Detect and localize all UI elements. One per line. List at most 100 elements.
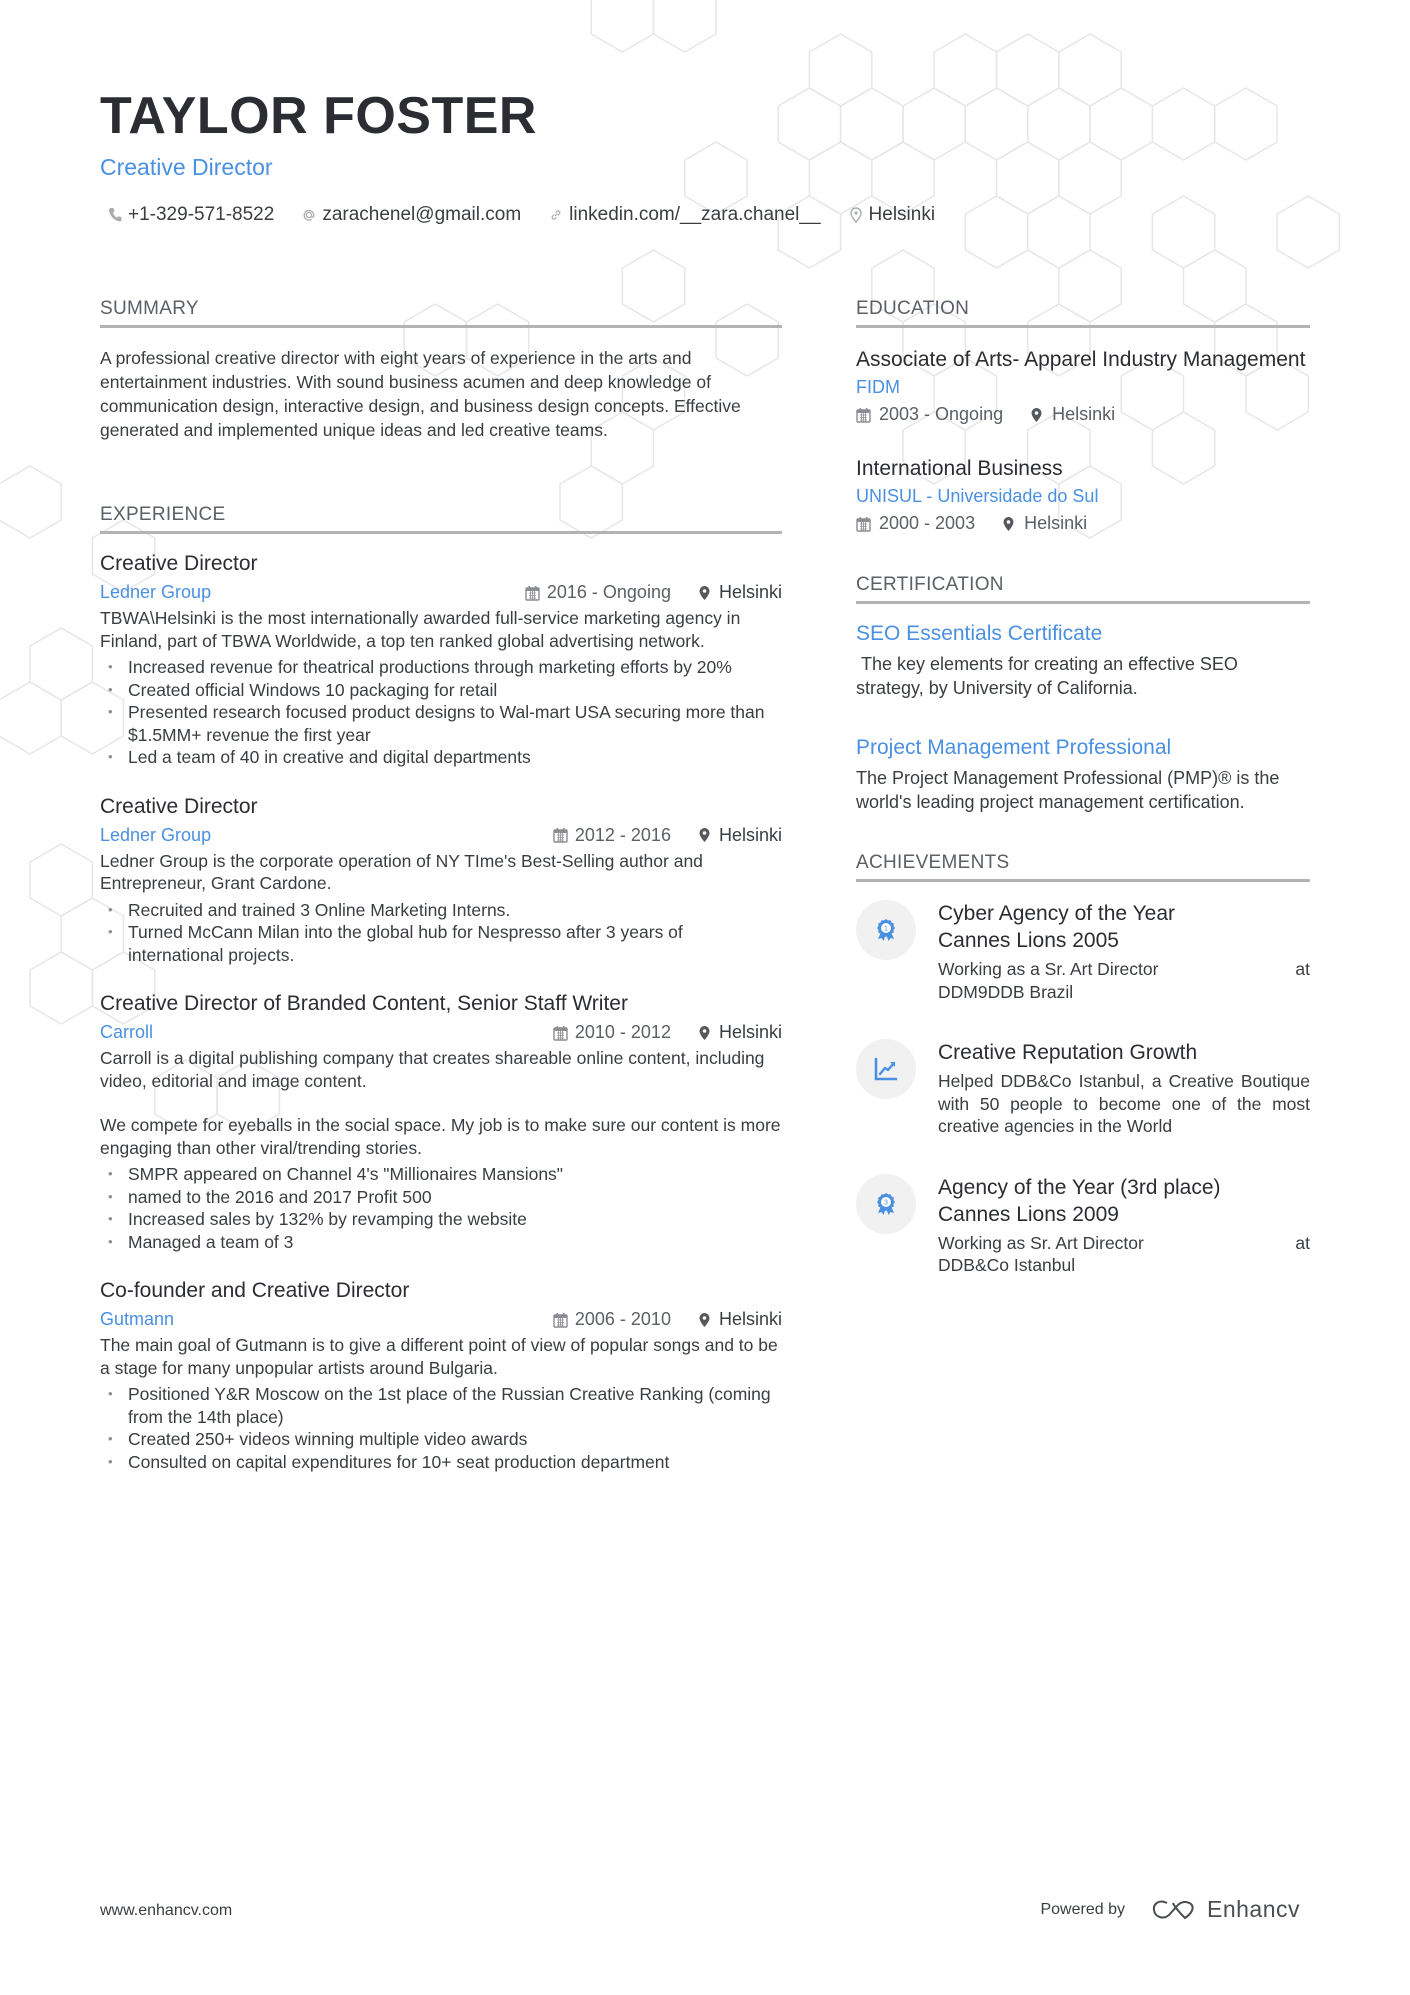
job-meta: 2006 - 2010 Helsinki: [553, 1309, 782, 1330]
candidate-name: TAYLOR FOSTER: [100, 87, 537, 145]
phone-icon: [108, 208, 122, 222]
bullet-item: Presented research focused product desig…: [108, 701, 782, 746]
job-meta: 2012 - 2016 Helsinki: [553, 825, 782, 846]
certification-name[interactable]: SEO Essentials Certificate: [856, 622, 1310, 646]
education-section: EDUCATION Associate of Arts- Apparel Ind…: [856, 298, 1310, 534]
location-value: Helsinki: [1052, 404, 1116, 424]
certification-item: Project Management Professional The Proje…: [856, 736, 1310, 814]
summary-text: A professional creative director with ei…: [100, 348, 741, 440]
bullet-item: Increased sales by 132% by revamping the…: [108, 1208, 782, 1231]
achievement-item: 3 Agency of the Year (3rd place) Cannes L…: [856, 1173, 1310, 1277]
calendar-icon: [553, 1312, 568, 1328]
certification-description: The Project Management Professional (PMP…: [856, 768, 1285, 812]
job-location: Helsinki: [697, 1022, 782, 1043]
calendar-icon: [856, 516, 871, 532]
achievement-body: Cyber Agency of the Year Cannes Lions 20…: [938, 900, 1310, 1003]
experience-item: Co-founder and Creative Director Gutmann 2…: [100, 1279, 782, 1473]
location-value: Helsinki: [1024, 513, 1088, 533]
linkedin-value: linkedin.com/__zara.chanel__: [569, 204, 821, 225]
school-name[interactable]: FIDM: [856, 377, 1310, 398]
footer-website-link[interactable]: www.enhancv.com: [100, 1902, 232, 1920]
experience-item: Creative Director Ledner Group 2016 - Ongo…: [100, 552, 782, 769]
experience-item: Creative Director of Branded Content, Se…: [100, 992, 782, 1253]
contact-location: Helsinki: [849, 204, 936, 226]
education-list: Associate of Arts- Apparel Industry Mana…: [856, 346, 1310, 534]
experience-heading: EXPERIENCE: [100, 504, 782, 534]
job-title: Creative Director: [100, 794, 258, 818]
job-description: Carroll is a digital publishing company …: [100, 1048, 765, 1091]
certification-list: SEO Essentials Certificate The key eleme…: [856, 622, 1310, 814]
link-icon: [551, 210, 561, 220]
bullet-item: Positioned Y&R Moscow on the 1st place o…: [108, 1383, 782, 1428]
job-description: The main goal of Gutmann is to give a di…: [100, 1335, 778, 1378]
phone-value: +1-329-571-8522: [128, 204, 275, 225]
dates-value: 2003 - Ongoing: [879, 404, 1004, 424]
company-name[interactable]: Gutmann: [100, 1309, 174, 1330]
job-meta-row: Carroll 2010 - 2012 Helsinki: [100, 1022, 782, 1043]
achievement-body: Agency of the Year (3rd place) Cannes Li…: [938, 1174, 1310, 1277]
company-name[interactable]: Ledner Group: [100, 825, 211, 846]
right-column: EDUCATION Associate of Arts- Apparel Ind…: [856, 298, 1310, 1313]
achievement-item: Creative Reputation Growth Helped DDB&Co …: [856, 1039, 1310, 1138]
calendar-icon: [553, 828, 568, 843]
achievements-heading: ACHIEVEMENTS: [856, 852, 1310, 882]
education-location: Helsinki: [1029, 404, 1115, 425]
job-meta-row: Gutmann 2006 - 2010 Helsinki: [100, 1309, 782, 1330]
dates-value: 2010 - 2012: [574, 1022, 671, 1042]
education-item: Associate of Arts- Apparel Industry Mana…: [856, 346, 1310, 425]
achievement-description: Working as Sr. Art Director at DDB&Co Ist…: [938, 1232, 1310, 1276]
company-name[interactable]: Carroll: [100, 1022, 153, 1043]
candidate-headline: Creative Director: [100, 154, 273, 180]
summary-heading: SUMMARY: [100, 298, 782, 328]
bullet-item: Created 250+ videos winning multiple vid…: [108, 1428, 782, 1451]
location-pin-icon: [1031, 407, 1042, 422]
experience-list: Creative Director Ledner Group 2016 - Ongo…: [100, 552, 782, 1473]
education-dates: 2000 - 2003: [856, 513, 975, 534]
dates-value: 2000 - 2003: [879, 513, 976, 533]
contact-phone[interactable]: +1-329-571-8522: [108, 204, 274, 226]
achievement-title: Cyber Agency of the Year Cannes Lions 20…: [938, 902, 1175, 952]
summary-section: SUMMARY A professional creative director…: [100, 298, 782, 442]
job-bullets: SMPR appeared on Channel 4's "Millionair…: [100, 1163, 782, 1253]
achievement-description: Working as a Sr. Art Director at DDM9DDB …: [938, 959, 1310, 1002]
enhancv-logo[interactable]: Enhancv: [1151, 1896, 1300, 1923]
bullet-item: Created official Windows 10 packaging fo…: [108, 679, 782, 702]
achievement-title: Creative Reputation Growth: [938, 1041, 1198, 1064]
location-value: Helsinki: [718, 582, 782, 602]
education-dates: 2003 - Ongoing: [856, 404, 1003, 425]
job-meta: 2010 - 2012 Helsinki: [553, 1022, 782, 1043]
job-bullets: Positioned Y&R Moscow on the 1st place o…: [100, 1383, 782, 1473]
dates-value: 2016 - Ongoing: [546, 582, 671, 602]
certification-description: The key elements for creating an effecti…: [856, 654, 1243, 698]
education-meta: 2003 - Ongoing Helsinki: [856, 404, 1310, 425]
location-pin-icon: [849, 207, 862, 223]
location-value: Helsinki: [718, 1022, 782, 1042]
job-location: Helsinki: [697, 825, 782, 846]
left-column: SUMMARY A professional creative director…: [100, 298, 782, 1499]
contact-linkedin[interactable]: linkedin.com/__zara.chanel__: [549, 204, 821, 226]
location-value: Helsinki: [868, 204, 936, 225]
school-name[interactable]: UNISUL - Universidade do Sul: [856, 486, 1310, 507]
achievement-icon-badge: 3: [856, 1173, 916, 1234]
location-pin-icon: [699, 585, 710, 600]
certification-item: SEO Essentials Certificate The key eleme…: [856, 622, 1310, 700]
certification-heading: CERTIFICATION: [856, 574, 1310, 604]
powered-by-label: Powered by: [1040, 1900, 1125, 1918]
achievement-item: 1 Cyber Agency of the Year Cannes Lions 2…: [856, 900, 1310, 1003]
company-name[interactable]: Ledner Group: [100, 582, 211, 603]
job-description: We compete for eyeballs in the social sp…: [100, 1115, 781, 1158]
contact-email[interactable]: zarachenel@gmail.com: [302, 204, 521, 226]
degree-title: International Business: [856, 457, 1063, 480]
job-meta-row: Ledner Group 2016 - Ongoing Helsinki: [100, 582, 782, 603]
resume-page: TAYLOR FOSTER Creative Director +1-329-5…: [0, 0, 1410, 1995]
job-dates: 2010 - 2012: [553, 1022, 671, 1043]
job-dates: 2012 - 2016: [553, 825, 671, 846]
degree-title: Associate of Arts- Apparel Industry Mana…: [856, 348, 1306, 371]
bullet-item: Turned McCann Milan into the global hub …: [108, 921, 782, 966]
award-rank: 1: [884, 926, 888, 933]
job-title: Creative Director: [100, 552, 258, 575]
growth-chart-icon: [874, 1057, 898, 1081]
experience-section: EXPERIENCE Creative Director Ledner Group…: [100, 504, 782, 1473]
certification-name[interactable]: Project Management Professional: [856, 736, 1310, 760]
dates-value: 2006 - 2010: [574, 1309, 671, 1329]
